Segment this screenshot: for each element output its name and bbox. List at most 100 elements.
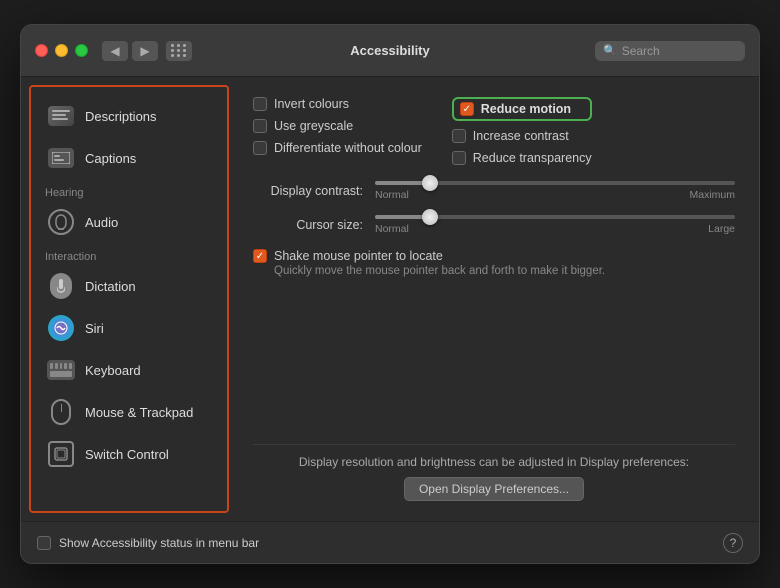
sidebar-item-label-audio: Audio bbox=[85, 215, 118, 230]
checkbox-reduce-transparency[interactable]: Reduce transparency bbox=[452, 151, 592, 165]
switch-icon bbox=[48, 441, 74, 467]
footer-checkbox[interactable] bbox=[37, 536, 51, 550]
slider-display-contrast: Display contrast: Normal Maximum bbox=[253, 181, 735, 201]
dictation-icon bbox=[50, 273, 72, 299]
search-placeholder: Search bbox=[622, 44, 660, 58]
forward-button[interactable]: ▶ bbox=[132, 41, 158, 61]
sidebar-item-label-siri: Siri bbox=[85, 321, 104, 336]
checkbox-invert-colours-label: Invert colours bbox=[274, 97, 349, 111]
options-columns: Invert colours Use greyscale Differentia… bbox=[253, 97, 735, 165]
shake-mouse-main[interactable]: Shake mouse pointer to locate bbox=[253, 249, 735, 263]
footer-label: Show Accessibility status in menu bar bbox=[59, 536, 259, 550]
nav-buttons: ◀ ▶ bbox=[102, 41, 192, 61]
descriptions-icon-box bbox=[47, 102, 75, 130]
keyboard-icon bbox=[47, 360, 75, 380]
sidebar-item-label-dictation: Dictation bbox=[85, 279, 136, 294]
audio-icon bbox=[48, 209, 74, 235]
sidebar-item-siri[interactable]: Siri bbox=[35, 308, 223, 348]
mouse-icon bbox=[51, 399, 71, 425]
checkbox-use-greyscale-label: Use greyscale bbox=[274, 119, 353, 133]
cursor-size-max: Large bbox=[708, 223, 735, 235]
display-contrast-thumb[interactable] bbox=[422, 175, 438, 191]
back-button[interactable]: ◀ bbox=[102, 41, 128, 61]
cursor-size-track-container[interactable]: Normal Large bbox=[375, 215, 735, 235]
slider-display-contrast-row: Display contrast: Normal Maximum bbox=[253, 181, 735, 201]
sidebar-item-label-captions: Captions bbox=[85, 151, 136, 166]
slider-cursor-size: Cursor size: Normal Large bbox=[253, 215, 735, 235]
checkbox-differentiate[interactable]: Differentiate without colour bbox=[253, 141, 422, 155]
sidebar-item-label-descriptions: Descriptions bbox=[85, 109, 157, 124]
shake-mouse-checkbox[interactable] bbox=[253, 249, 267, 263]
titlebar: ◀ ▶ Accessibility 🔍 Search bbox=[21, 25, 759, 77]
display-contrast-track bbox=[375, 181, 735, 185]
search-bar[interactable]: 🔍 Search bbox=[595, 41, 745, 61]
help-button[interactable]: ? bbox=[723, 533, 743, 553]
shake-mouse-label: Shake mouse pointer to locate bbox=[274, 249, 443, 263]
display-note-text: Display resolution and brightness can be… bbox=[299, 455, 689, 469]
checkbox-reduce-motion[interactable]: Reduce motion bbox=[452, 97, 592, 121]
display-contrast-track-container[interactable]: Normal Maximum bbox=[375, 181, 735, 201]
switch-icon-box bbox=[47, 440, 75, 468]
traffic-lights bbox=[35, 44, 88, 57]
checkbox-reduce-transparency-label: Reduce transparency bbox=[473, 151, 592, 165]
shake-mouse-description: Quickly move the mouse pointer back and … bbox=[274, 265, 735, 277]
close-button[interactable] bbox=[35, 44, 48, 57]
search-icon: 🔍 bbox=[603, 44, 617, 57]
checkbox-differentiate-box[interactable] bbox=[253, 141, 267, 155]
checkbox-increase-contrast-box[interactable] bbox=[452, 129, 466, 143]
checkbox-reduce-motion-label: Reduce motion bbox=[481, 102, 571, 116]
display-contrast-label: Display contrast: bbox=[253, 184, 363, 198]
siri-icon bbox=[48, 315, 74, 341]
siri-icon-box bbox=[47, 314, 75, 342]
captions-icon-box bbox=[47, 144, 75, 172]
options-col-2: Reduce motion Increase contrast Reduce t… bbox=[452, 97, 592, 165]
cursor-size-min: Normal bbox=[375, 223, 409, 235]
slider-section: Display contrast: Normal Maximum bbox=[253, 181, 735, 235]
checkbox-use-greyscale-box[interactable] bbox=[253, 119, 267, 133]
display-contrast-min: Normal bbox=[375, 189, 409, 201]
cursor-size-track bbox=[375, 215, 735, 219]
section-header-hearing: Hearing bbox=[31, 179, 227, 201]
shake-mouse-row: Shake mouse pointer to locate Quickly mo… bbox=[253, 249, 735, 277]
main-panel: Invert colours Use greyscale Differentia… bbox=[229, 77, 759, 521]
sidebar-item-label-switch: Switch Control bbox=[85, 447, 169, 462]
checkbox-increase-contrast[interactable]: Increase contrast bbox=[452, 129, 592, 143]
sidebar-item-captions[interactable]: Captions bbox=[35, 138, 223, 178]
mouse-line bbox=[61, 404, 62, 412]
display-note: Display resolution and brightness can be… bbox=[253, 444, 735, 501]
window-title: Accessibility bbox=[350, 43, 430, 58]
checkbox-differentiate-label: Differentiate without colour bbox=[274, 141, 422, 155]
sidebar-item-mouse-trackpad[interactable]: Mouse & Trackpad bbox=[35, 392, 223, 432]
checkbox-increase-contrast-label: Increase contrast bbox=[473, 129, 569, 143]
audio-icon-box bbox=[47, 208, 75, 236]
sidebar: Descriptions Captions Hearing bbox=[29, 85, 229, 513]
sidebar-item-label-keyboard: Keyboard bbox=[85, 363, 141, 378]
dictation-icon-box bbox=[47, 272, 75, 300]
grid-button[interactable] bbox=[166, 41, 192, 61]
section-header-interaction: Interaction bbox=[31, 243, 227, 265]
minimize-button[interactable] bbox=[55, 44, 68, 57]
sidebar-item-descriptions[interactable]: Descriptions bbox=[35, 96, 223, 136]
sidebar-item-switch-control[interactable]: Switch Control bbox=[35, 434, 223, 474]
cursor-size-thumb[interactable] bbox=[422, 209, 438, 225]
checkbox-reduce-motion-box[interactable] bbox=[460, 102, 474, 116]
captions-icon bbox=[48, 148, 74, 168]
maximize-button[interactable] bbox=[75, 44, 88, 57]
checkbox-invert-colours[interactable]: Invert colours bbox=[253, 97, 422, 111]
accessibility-window: ◀ ▶ Accessibility 🔍 Search bbox=[20, 24, 760, 564]
sidebar-item-audio[interactable]: Audio bbox=[35, 202, 223, 242]
keyboard-icon-box bbox=[47, 356, 75, 384]
sidebar-item-dictation[interactable]: Dictation bbox=[35, 266, 223, 306]
open-display-preferences-button[interactable]: Open Display Preferences... bbox=[404, 477, 584, 501]
main-content: Descriptions Captions Hearing bbox=[21, 77, 759, 521]
display-contrast-max: Maximum bbox=[689, 189, 735, 201]
checkbox-invert-colours-box[interactable] bbox=[253, 97, 267, 111]
footer: Show Accessibility status in menu bar ? bbox=[21, 521, 759, 563]
checkbox-reduce-transparency-box[interactable] bbox=[452, 151, 466, 165]
sidebar-item-keyboard[interactable]: Keyboard bbox=[35, 350, 223, 390]
cursor-size-label: Cursor size: bbox=[253, 218, 363, 232]
slider-cursor-size-row: Cursor size: Normal Large bbox=[253, 215, 735, 235]
descriptions-icon bbox=[48, 106, 74, 126]
grid-icon bbox=[171, 44, 187, 57]
checkbox-use-greyscale[interactable]: Use greyscale bbox=[253, 119, 422, 133]
